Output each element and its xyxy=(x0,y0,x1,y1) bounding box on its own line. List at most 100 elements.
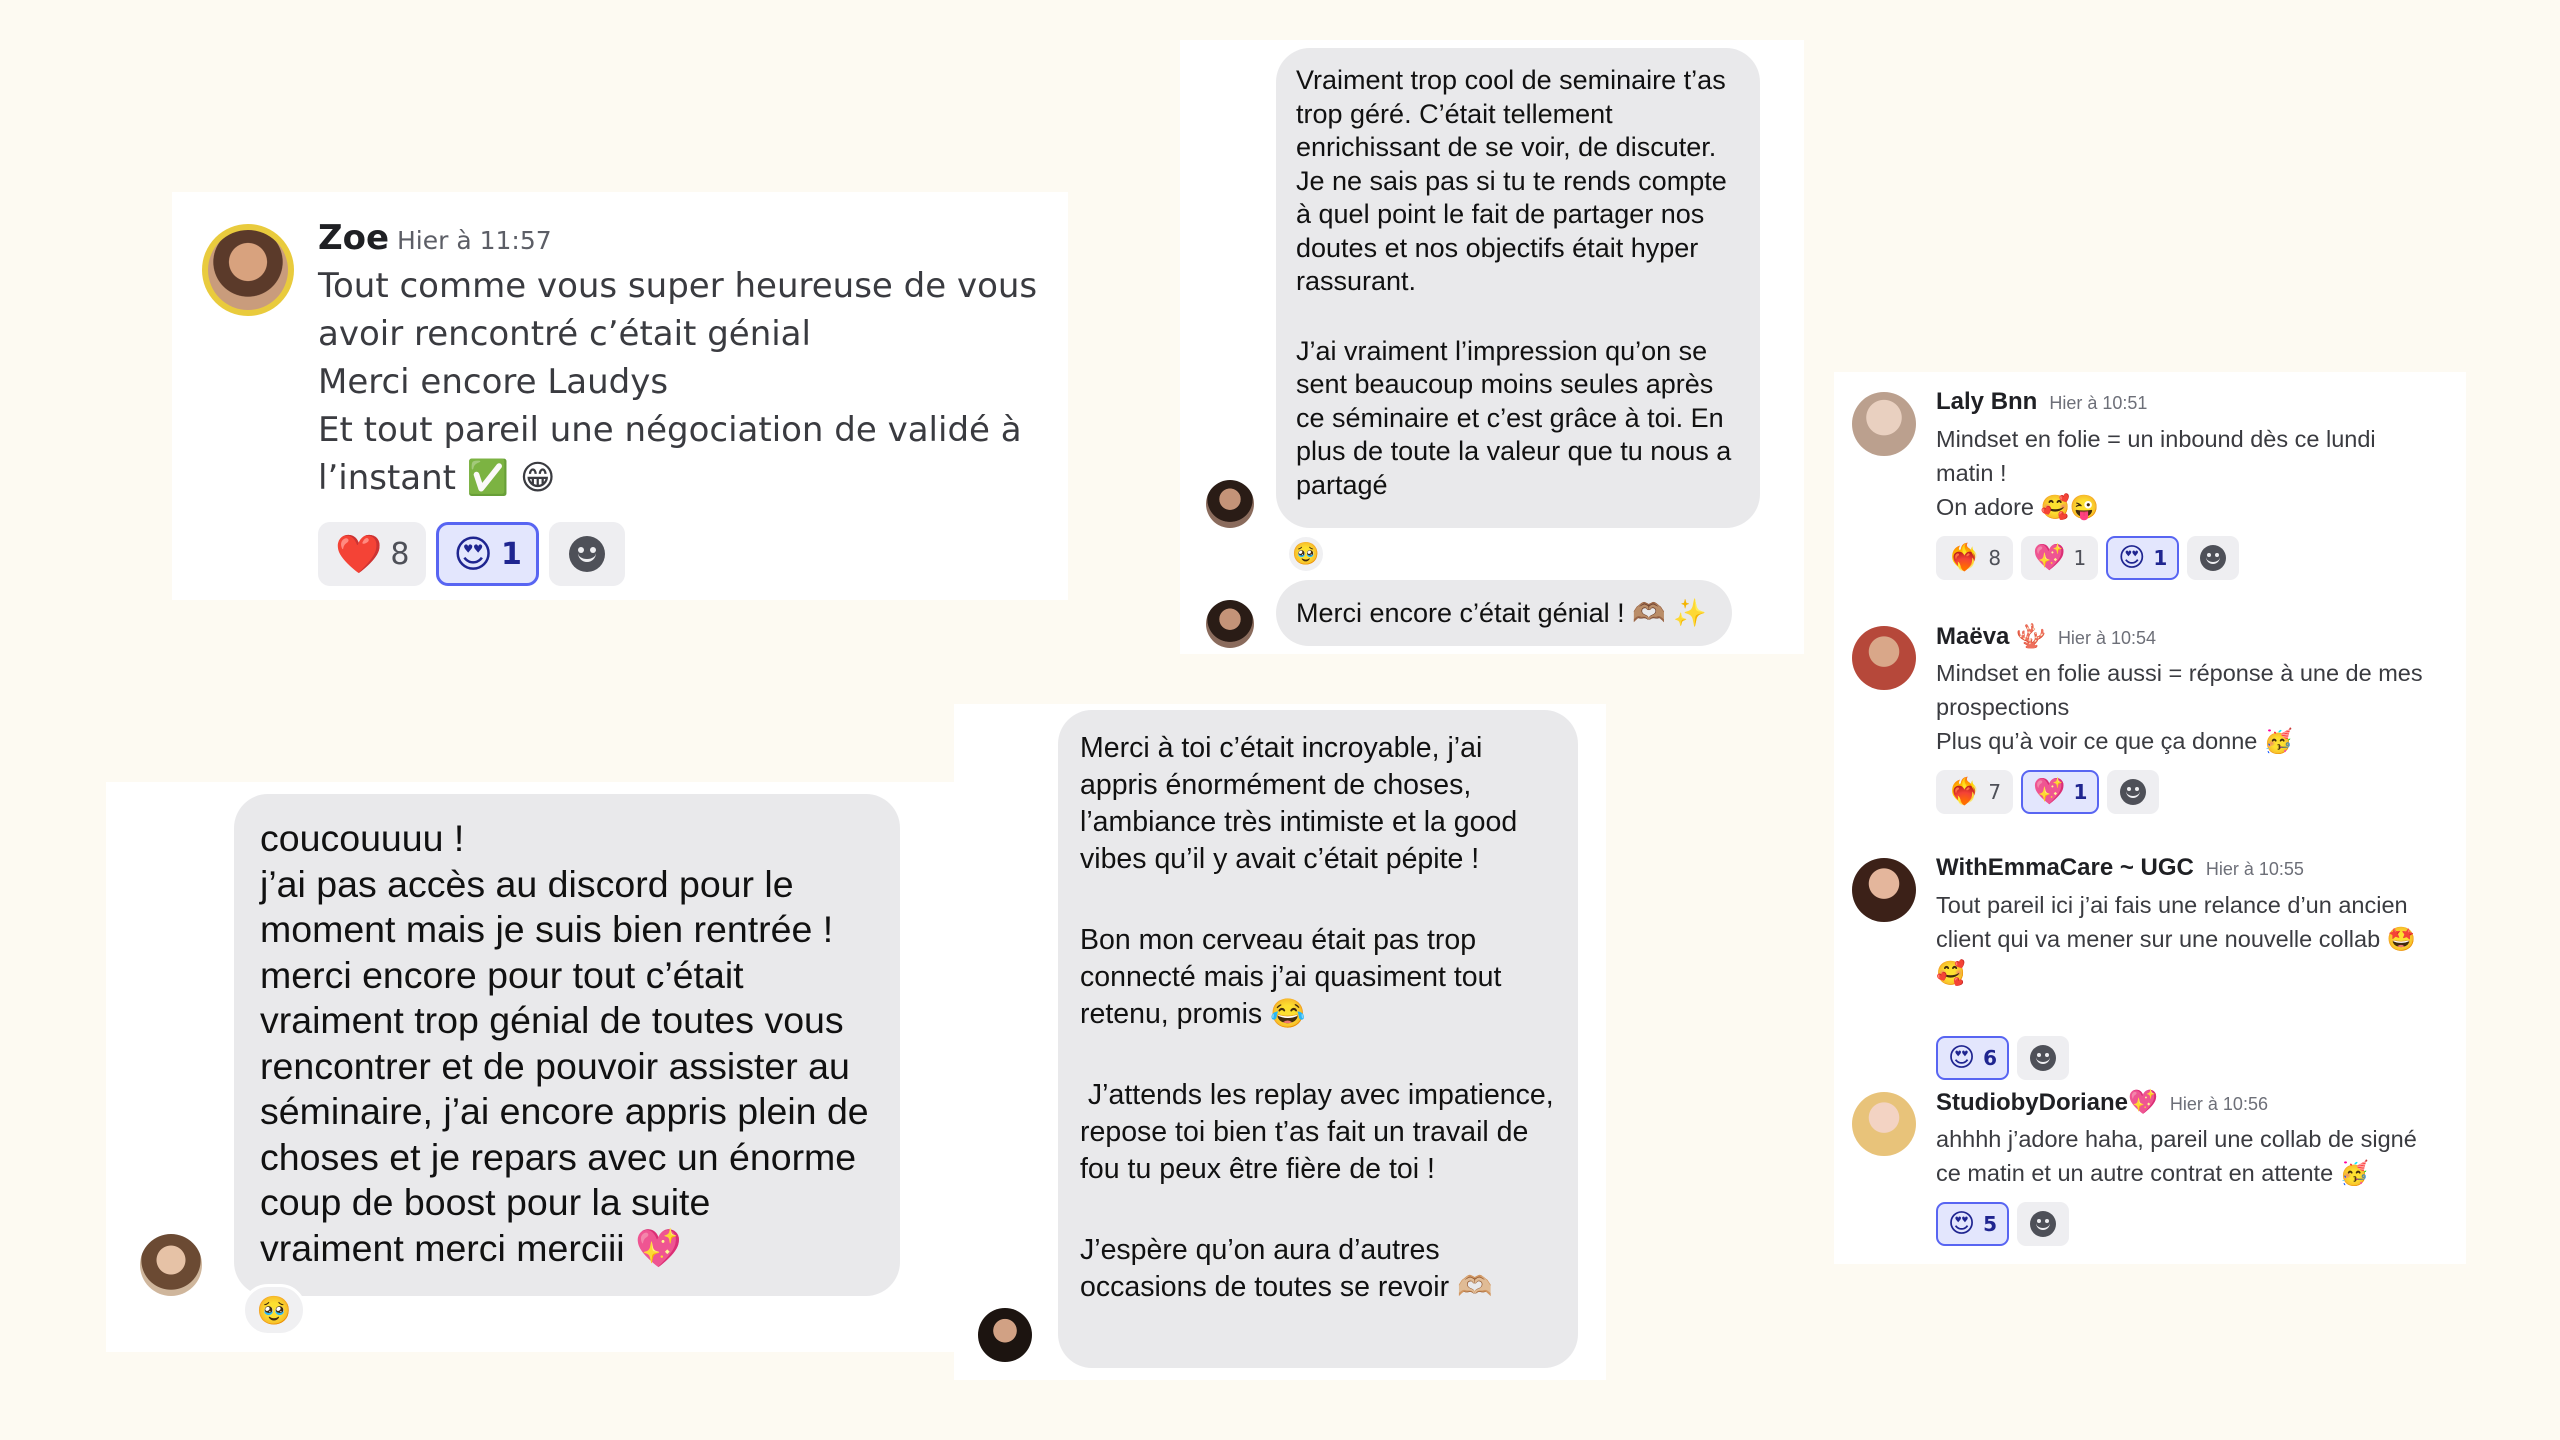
message-bubble[interactable]: Merci à toi c’était incroyable, j’ai app… xyxy=(1058,710,1578,1368)
reaction-heart-eyes[interactable]: 😍 6 xyxy=(1936,1036,2010,1080)
message-line: choses et je repars avec un énorme xyxy=(260,1135,857,1178)
reaction-heart-eyes[interactable]: 😍 5 xyxy=(1936,1202,2010,1246)
message-line: Mindset en folie aussi = réponse à une d… xyxy=(1936,660,2423,686)
message-bubble[interactable]: Vraiment trop cool de seminaire t’as tro… xyxy=(1276,48,1760,528)
avatar[interactable] xyxy=(1852,626,1916,690)
message-line: Mindset en folie = un inbound dès ce lun… xyxy=(1936,426,2376,452)
add-reaction-button[interactable] xyxy=(2017,1036,2070,1080)
message-text: Mindset en folie = un inbound dès ce lun… xyxy=(1936,422,2446,524)
message-line: prospections xyxy=(1936,694,2070,720)
add-reaction-icon xyxy=(2200,545,2227,571)
avatar[interactable] xyxy=(1852,392,1916,456)
timestamp: Hier à 10:51 xyxy=(2049,393,2148,413)
message-text: Tout comme vous super heureuse de vous a… xyxy=(318,262,1038,502)
add-reaction-button[interactable] xyxy=(2017,1202,2070,1246)
heart-eyes-emoji-icon: 😍 xyxy=(1948,1209,1976,1239)
timestamp: Hier à 10:55 xyxy=(2205,859,2304,879)
message-line: 🥰 xyxy=(1936,960,1966,986)
message-line: Et tout pareil une négociation de validé… xyxy=(318,410,1022,450)
message-paragraph: J’ai vraiment l’impression qu’on se sent… xyxy=(1296,335,1732,500)
avatar[interactable] xyxy=(1852,1092,1916,1156)
reaction-bar: ❤️‍🔥 8 💖 1 😍 1 xyxy=(1936,536,2240,580)
add-reaction-button[interactable] xyxy=(2187,536,2240,580)
avatar[interactable] xyxy=(1206,480,1254,528)
message-line: vraiment merci merciii 💖 xyxy=(260,1226,682,1269)
message-paragraph: Bon mon cerveau était pas trop connecté … xyxy=(1080,924,1502,1030)
message-text: Tout pareil ici j’ai fais une relance d’… xyxy=(1936,888,2446,990)
discord-message-card-zoe: Zoe Hier à 11:57 Tout comme vous super h… xyxy=(172,192,1068,600)
message-line: Tout pareil ici j’ai fais une relance d’… xyxy=(1936,892,2408,918)
avatar[interactable] xyxy=(1852,858,1916,922)
tapback-reaction[interactable]: 🥹 xyxy=(242,1284,306,1336)
tapback-reaction[interactable]: 🥹 xyxy=(1286,534,1326,574)
heart-eyes-emoji-icon: 😍 xyxy=(453,532,494,576)
username[interactable]: WithEmmaCare ~ UGC xyxy=(1936,854,2194,881)
heart-emoji-icon: ❤️ xyxy=(335,531,383,576)
message-line: coucouuuu ! xyxy=(260,817,465,859)
message-paragraph: J’espère qu’on aura d’autres occasions d… xyxy=(1080,1234,1493,1303)
message-bubble[interactable]: Merci encore c’était génial ! 🫶🏽 ✨ xyxy=(1276,580,1732,646)
reaction-heart-eyes[interactable]: 😍 1 xyxy=(436,522,539,586)
reaction-heart-on-fire[interactable]: ❤️‍🔥 7 xyxy=(1936,770,2014,814)
reaction-count: 5 xyxy=(1983,1212,1998,1236)
message-line: Plus qu’à voir ce que ça donne 🥳 xyxy=(1936,728,2294,754)
avatar[interactable] xyxy=(978,1308,1032,1362)
heart-on-fire-emoji-icon: ❤️‍🔥 xyxy=(1948,543,1981,573)
username[interactable]: Zoe xyxy=(318,218,389,258)
add-reaction-icon xyxy=(2120,779,2147,805)
add-reaction-icon xyxy=(2030,1211,2057,1237)
message-line: client qui va mener sur une nouvelle col… xyxy=(1936,926,2416,952)
message-line: moment mais je suis bien rentrée ! xyxy=(260,908,834,950)
message-line: On adore 🥰😜 xyxy=(1936,494,2100,520)
message-line: merci encore pour tout c’était xyxy=(260,953,744,996)
reaction-heart-eyes[interactable]: 😍 1 xyxy=(2106,536,2180,580)
timestamp: Hier à 10:54 xyxy=(2057,628,2156,648)
add-reaction-icon xyxy=(2030,1045,2057,1071)
message-line: j’ai pas accès au discord pour le xyxy=(260,862,794,905)
add-reaction-icon xyxy=(568,536,605,572)
message-line: matin ! xyxy=(1936,460,2007,486)
message-line: coup de boost pour la suite xyxy=(260,1181,711,1223)
reaction-count: 1 xyxy=(2073,780,2088,804)
reaction-count: 1 xyxy=(501,536,522,572)
sparkling-heart-emoji-icon: 💖 xyxy=(2033,777,2066,807)
message-line: vraiment trop génial de toutes vous xyxy=(260,999,844,1041)
username[interactable]: Laly Bnn xyxy=(1936,388,2037,415)
reaction-sparkling-heart[interactable]: 💖 1 xyxy=(2021,536,2099,580)
reaction-heart-on-fire[interactable]: ❤️‍🔥 8 xyxy=(1936,536,2014,580)
reaction-sparkling-heart[interactable]: 💖 1 xyxy=(2021,770,2100,814)
message-bubble[interactable]: coucouuuu ! j’ai pas accès au discord po… xyxy=(234,794,900,1296)
username[interactable]: Maëva 🪸 xyxy=(1936,623,2046,650)
imessage-card-top: Vraiment trop cool de seminaire t’as tro… xyxy=(1180,40,1804,654)
add-reaction-button[interactable] xyxy=(548,522,625,586)
reaction-bar: ❤️‍🔥 7 💖 1 xyxy=(1936,770,2160,814)
reaction-count: 8 xyxy=(390,536,410,572)
message-line: l’instant ✅ 😁 xyxy=(318,458,556,498)
username[interactable]: StudiobyDoriane💖 xyxy=(1936,1089,2158,1116)
reaction-heart[interactable]: ❤️ 8 xyxy=(318,522,427,586)
message-text: Mindset en folie aussi = réponse à une d… xyxy=(1936,656,2446,758)
message-line: avoir rencontré c’était génial xyxy=(318,314,811,354)
reaction-count: 1 xyxy=(2073,546,2087,570)
avatar[interactable] xyxy=(140,1234,202,1296)
message-line: ce matin et un autre contrat en attente … xyxy=(1936,1160,2369,1186)
imessage-card-middle: Merci à toi c’était incroyable, j’ai app… xyxy=(954,704,1606,1380)
avatar[interactable] xyxy=(1206,600,1254,648)
avatar-photo xyxy=(208,230,288,310)
reaction-bar: 😍 6 xyxy=(1936,1036,2070,1080)
reaction-count: 6 xyxy=(1983,1046,1998,1070)
message-line: rencontrer et de pouvoir assister au xyxy=(260,1044,850,1087)
add-reaction-button[interactable] xyxy=(2107,770,2160,814)
reaction-bar: ❤️ 8 😍 1 xyxy=(318,522,625,586)
discord-community-card: Laly Bnn Hier à 10:51 Mindset en folie = … xyxy=(1834,372,2466,1264)
reaction-count: 8 xyxy=(1988,546,2002,570)
timestamp: Hier à 11:57 xyxy=(397,226,552,255)
message-text: ahhhh j’adore haha, pareil une collab de… xyxy=(1936,1122,2446,1190)
avatar[interactable] xyxy=(202,224,294,316)
message-line: Merci encore Laudys xyxy=(318,362,669,402)
heart-eyes-emoji-icon: 😍 xyxy=(1948,1043,1976,1073)
heart-on-fire-emoji-icon: ❤️‍🔥 xyxy=(1948,777,1981,807)
sparkling-heart-emoji-icon: 💖 xyxy=(2033,543,2066,573)
message-line: ahhhh j’adore haha, pareil une collab de… xyxy=(1936,1126,2417,1152)
reaction-bar: 😍 5 xyxy=(1936,1202,2070,1246)
